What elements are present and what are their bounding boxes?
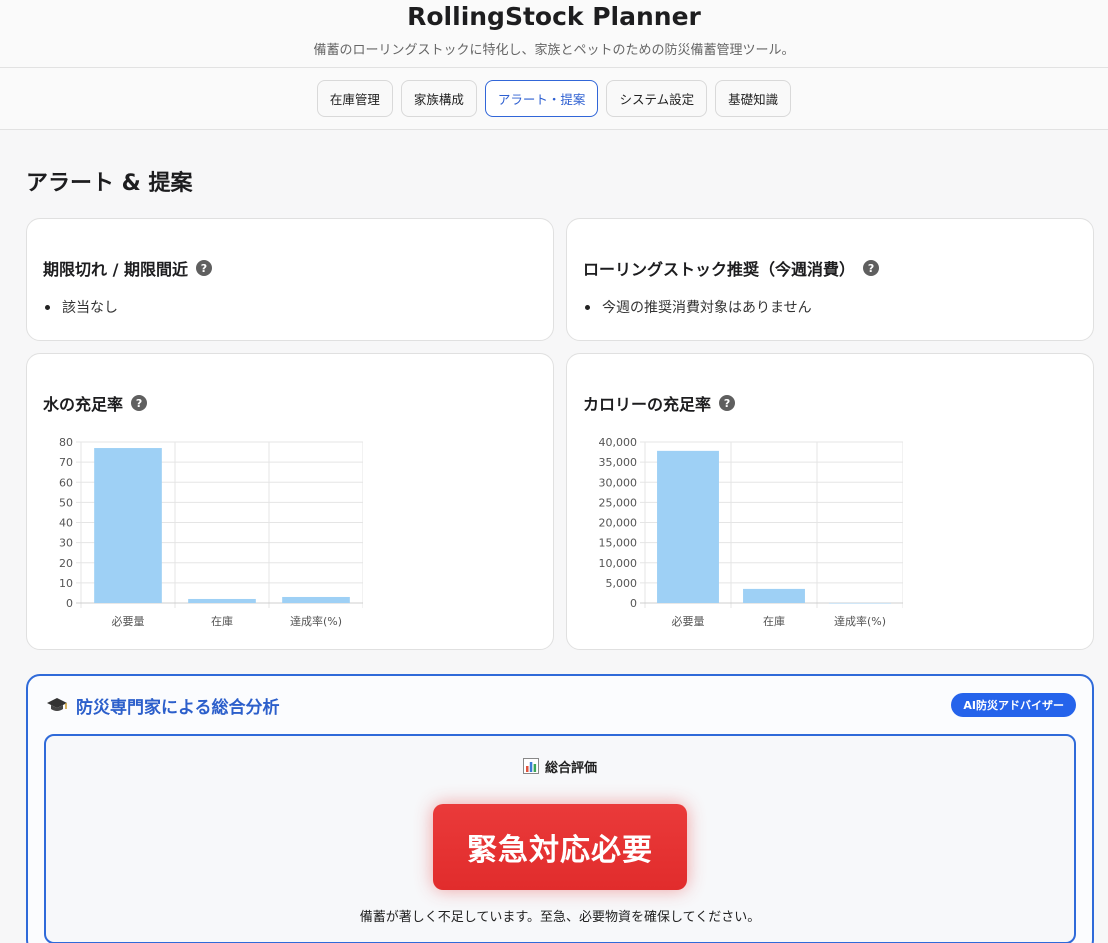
y-tick-label: 60 (59, 476, 73, 489)
y-tick-label: 0 (630, 597, 637, 610)
y-tick-label: 0 (66, 597, 73, 610)
water-chart-card: 水の充足率 ? 0 10 20 30 40 50 60 70 80 必要量 在庫 達成率(%) (26, 353, 554, 650)
rolling-title-text: ローリングストック推奨（今週消費） (583, 260, 856, 279)
calorie-card-title: カロリーの充足率 ? (583, 392, 1077, 414)
y-tick-label: 40 (59, 517, 73, 530)
y-tick-label: 10,000 (599, 557, 638, 570)
alerts-grid: 期限切れ / 期限間近 ? 該当なし ローリングストック推奨（今週消費） ? 今… (26, 218, 1094, 650)
chart-bar[interactable] (94, 448, 162, 603)
section-title: アラート & 提案 (26, 171, 193, 196)
analysis-title-text: 防災専門家による総合分析 (76, 697, 280, 718)
expert-analysis-panel: 防災専門家による総合分析 AI防災アドバイザー 総合評価 緊急対応必要 備蓄が著… (26, 674, 1094, 943)
calorie-title-text: カロリーの充足率 (583, 395, 712, 414)
tab-family[interactable]: 家族構成 (400, 80, 477, 117)
bar-chart-icon (522, 758, 539, 774)
chart-bar[interactable] (188, 598, 256, 603)
graduation-cap-icon (47, 698, 67, 711)
y-tick-label: 30 (59, 537, 73, 550)
expiry-card-title: 期限切れ / 期限間近 ? (43, 257, 537, 279)
app-subtitle: 備蓄のローリングストックに特化し、家族とペットのための防災備蓄管理ツール。 (313, 43, 795, 58)
question-mark-icon[interactable]: ? (131, 395, 148, 411)
calorie-bar-chart: 0 5,000 10,000 15,000 20,000 25,000 30,000 35,0… (599, 436, 903, 628)
y-tick-label: 40,000 (599, 436, 638, 449)
eval-label: 総合評価 (522, 758, 597, 776)
expiry-card: 期限切れ / 期限間近 ? 該当なし (26, 218, 554, 341)
overall-evaluation: 総合評価 緊急対応必要 備蓄が著しく不足しています。至急、必要物資を確保してくだ… (44, 734, 1076, 943)
app-header: RollingStock Planner 備蓄のローリングストックに特化し、家族… (0, 0, 1108, 68)
y-tick-label: 35,000 (599, 456, 638, 469)
question-mark-icon[interactable]: ? (196, 260, 212, 276)
y-tick-label: 5,000 (606, 577, 638, 590)
eval-message: 備蓄が著しく不足しています。至急、必要物資を確保してください。 (359, 910, 761, 925)
x-tick-label: 達成率(%) (290, 614, 342, 628)
list-item: 今週の推奨消費対象はありません (583, 297, 1077, 317)
y-tick-label: 20,000 (599, 517, 638, 530)
water-card-title: 水の充足率 ? (43, 392, 537, 414)
app-title: RollingStock Planner (407, 2, 701, 31)
rolling-list: 今週の推奨消費対象はありません (583, 297, 1077, 317)
chart-bar[interactable] (743, 588, 805, 603)
tab-settings[interactable]: システム設定 (606, 80, 708, 117)
tab-basics[interactable]: 基礎知識 (715, 80, 792, 117)
analysis-header: 防災専門家による総合分析 AI防災アドバイザー (44, 676, 1076, 734)
y-tick-label: 10 (59, 577, 73, 590)
x-tick-label: 必要量 (112, 615, 145, 628)
x-tick-label: 達成率(%) (834, 614, 886, 628)
y-tick-label: 80 (59, 436, 73, 449)
eval-label-text: 総合評価 (544, 760, 597, 776)
chart-bar[interactable] (657, 450, 719, 603)
y-tick-label: 15,000 (599, 537, 638, 550)
water-bar-chart: 0 10 20 30 40 50 60 70 80 必要量 在庫 達成率(%) (59, 436, 363, 628)
chart-bar[interactable] (829, 602, 891, 604)
tab-inventory[interactable]: 在庫管理 (316, 80, 393, 117)
question-mark-icon[interactable]: ? (863, 260, 880, 276)
y-tick-label: 50 (59, 496, 73, 509)
rolling-card-title: ローリングストック推奨（今週消費） ? (583, 257, 1077, 279)
x-tick-label: 必要量 (672, 615, 705, 628)
rolling-card: ローリングストック推奨（今週消費） ? 今週の推奨消費対象はありません (566, 218, 1094, 341)
y-tick-label: 30,000 (599, 476, 638, 489)
urgent-status-badge: 緊急対応必要 (433, 804, 687, 890)
chart-bar[interactable] (282, 596, 350, 603)
x-tick-label: 在庫 (211, 614, 233, 628)
ai-advisor-badge: AI防災アドバイザー (951, 693, 1076, 717)
water-title-text: 水の充足率 (43, 395, 124, 414)
main-nav: 在庫管理 家族構成 アラート・提案 システム設定 基礎知識 (0, 68, 1108, 130)
main-content: アラート & 提案 期限切れ / 期限間近 ? 該当なし ローリングストック推奨… (0, 170, 1108, 943)
expiry-title-text: 期限切れ / 期限間近 (43, 260, 188, 279)
tab-alerts[interactable]: アラート・提案 (484, 80, 599, 117)
analysis-title: 防災専門家による総合分析 (46, 693, 280, 718)
calorie-chart-card: カロリーの充足率 ? 0 5,000 10,000 15,000 20,000 25,00… (566, 353, 1094, 650)
y-tick-label: 25,000 (599, 496, 638, 509)
y-tick-label: 20 (59, 557, 73, 570)
x-tick-label: 在庫 (763, 614, 785, 628)
list-item: 該当なし (43, 297, 537, 317)
y-tick-label: 70 (59, 456, 73, 469)
question-mark-icon[interactable]: ? (719, 395, 736, 411)
expiry-list: 該当なし (43, 297, 537, 317)
